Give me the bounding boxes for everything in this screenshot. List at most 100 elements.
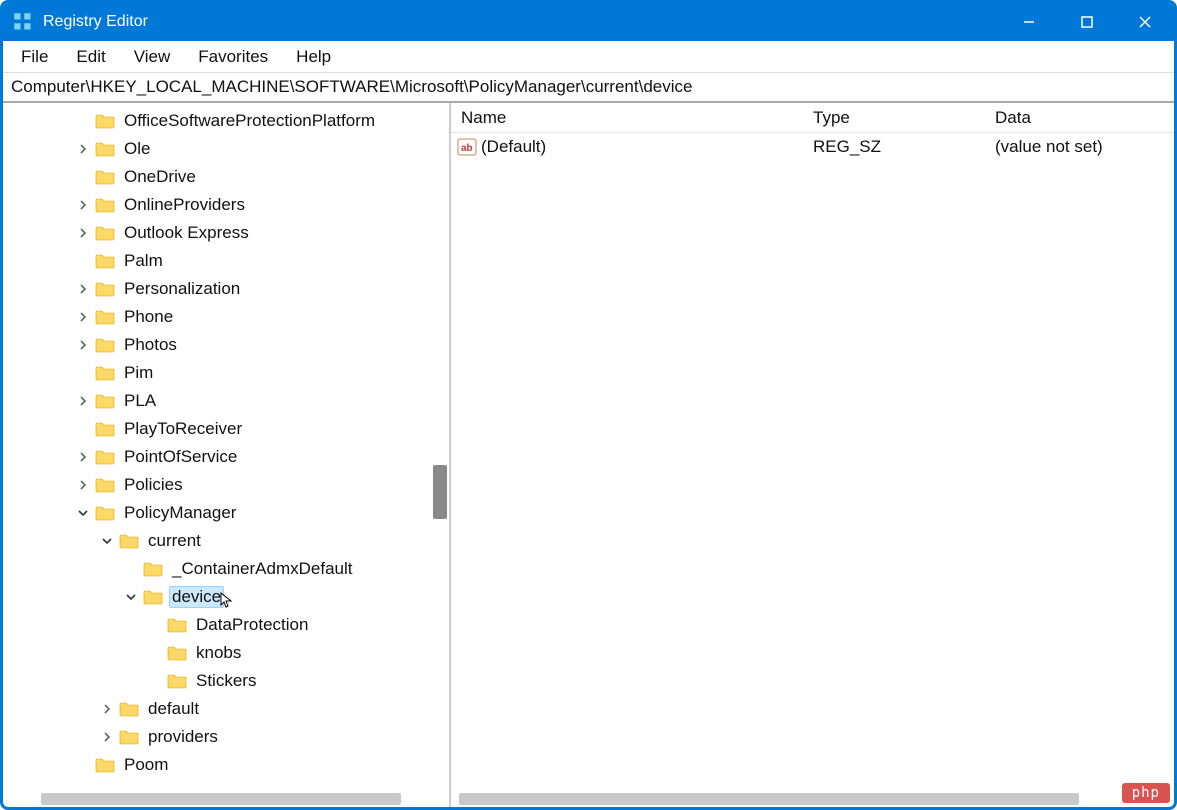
minimize-button[interactable] [1000,3,1058,41]
tree-node[interactable]: PolicyManager [3,499,449,527]
tree-node[interactable]: PointOfService [3,443,449,471]
tree-node[interactable]: current [3,527,449,555]
folder-icon [95,141,115,157]
titlebar[interactable]: Registry Editor [3,3,1174,41]
chevron-right-icon[interactable] [75,309,91,325]
value-row[interactable]: ab(Default)REG_SZ(value not set) [451,133,1174,161]
tree-node[interactable]: Personalization [3,275,449,303]
column-header-type[interactable]: Type [803,108,985,128]
address-bar[interactable]: Computer\HKEY_LOCAL_MACHINE\SOFTWARE\Mic… [3,73,1174,103]
column-header-data[interactable]: Data [985,108,1174,128]
menubar: File Edit View Favorites Help [3,41,1174,73]
chevron-right-icon[interactable] [75,337,91,353]
cursor-icon [224,586,238,609]
chevron-right-icon[interactable] [75,141,91,157]
tree-node[interactable]: Outlook Express [3,219,449,247]
chevron-right-icon[interactable] [99,729,115,745]
tree-node[interactable]: PlayToReceiver [3,415,449,443]
folder-icon [95,393,115,409]
string-value-icon: ab [457,138,477,156]
tree-node[interactable]: _ContainerAdmxDefault [3,555,449,583]
folder-icon [119,533,139,549]
tree-node-label: providers [145,726,221,748]
window-title: Registry Editor [43,13,148,31]
tree-node-label: OnlineProviders [121,194,248,216]
tree-node[interactable]: Phone [3,303,449,331]
watermark-badge: php [1122,783,1170,803]
menu-file[interactable]: File [7,43,62,71]
tree-vertical-scrollbar[interactable] [431,103,449,791]
chevron-right-icon[interactable] [99,701,115,717]
tree-node-label: current [145,530,204,552]
chevron-right-icon[interactable] [75,393,91,409]
tree-node[interactable]: Poom [3,751,449,779]
tree-node[interactable]: OnlineProviders [3,191,449,219]
tree-node[interactable]: PLA [3,387,449,415]
tree-node-label: _ContainerAdmxDefault [169,558,355,580]
address-path: Computer\HKEY_LOCAL_MACHINE\SOFTWARE\Mic… [11,77,692,97]
tree-node[interactable]: knobs [3,639,449,667]
tree-node[interactable]: Ole [3,135,449,163]
folder-icon [95,169,115,185]
chevron-down-icon[interactable] [99,533,115,549]
tree-node-label: OfficeSoftwareProtectionPlatform [121,110,378,132]
folder-icon [143,561,163,577]
values-horizontal-scroll-thumb[interactable] [459,793,1079,805]
value-data: (value not set) [985,137,1174,157]
tree-node[interactable]: providers [3,723,449,751]
tree-node-label: Pim [121,362,156,384]
tree-node[interactable]: OfficeSoftwareProtectionPlatform [3,107,449,135]
tree-node-label: Phone [121,306,176,328]
tree-node[interactable]: device [3,583,449,611]
values-list[interactable]: ab(Default)REG_SZ(value not set) [451,133,1174,161]
tree-node-label: PointOfService [121,446,240,468]
chevron-down-icon[interactable] [75,505,91,521]
chevron-right-icon[interactable] [75,449,91,465]
menu-view[interactable]: View [120,43,185,71]
chevron-right-icon[interactable] [75,225,91,241]
tree-node-label: device [169,586,224,608]
folder-icon [143,589,163,605]
folder-icon [95,365,115,381]
chevron-right-icon[interactable] [75,477,91,493]
tree-node[interactable]: Policies [3,471,449,499]
menu-edit[interactable]: Edit [62,43,119,71]
folder-icon [95,281,115,297]
tree-node-label: Stickers [193,670,259,692]
folder-icon [167,617,187,633]
tree-node[interactable]: default [3,695,449,723]
tree-node[interactable]: DataProtection [3,611,449,639]
chevron-down-icon[interactable] [123,589,139,605]
folder-icon [95,477,115,493]
menu-help[interactable]: Help [282,43,345,71]
tree-node[interactable]: Pim [3,359,449,387]
values-header: Name Type Data [451,103,1174,133]
folder-icon [95,449,115,465]
column-header-name[interactable]: Name [451,108,803,128]
values-horizontal-scrollbar[interactable] [459,791,1156,807]
folder-icon [95,113,115,129]
registry-editor-window: Registry Editor File Edit View Favorites… [0,0,1177,810]
tree-node-label: PLA [121,390,159,412]
tree-horizontal-scrollbar[interactable] [3,791,431,807]
chevron-right-icon[interactable] [75,281,91,297]
folder-icon [95,225,115,241]
tree-node-label: Photos [121,334,180,356]
menu-favorites[interactable]: Favorites [184,43,282,71]
folder-icon [119,729,139,745]
tree-node[interactable]: Palm [3,247,449,275]
chevron-right-icon[interactable] [75,197,91,213]
tree-node-label: DataProtection [193,614,311,636]
registry-tree[interactable]: OfficeSoftwareProtectionPlatform Ole OneDr… [3,103,449,779]
value-name: (Default) [481,137,803,157]
tree-vertical-scroll-thumb[interactable] [433,465,447,519]
maximize-button[interactable] [1058,3,1116,41]
tree-node[interactable]: OneDrive [3,163,449,191]
tree-node-label: Ole [121,138,153,160]
folder-icon [95,309,115,325]
tree-horizontal-scroll-thumb[interactable] [41,793,401,805]
tree-node[interactable]: Stickers [3,667,449,695]
folder-icon [167,645,187,661]
tree-node[interactable]: Photos [3,331,449,359]
close-button[interactable] [1116,3,1174,41]
